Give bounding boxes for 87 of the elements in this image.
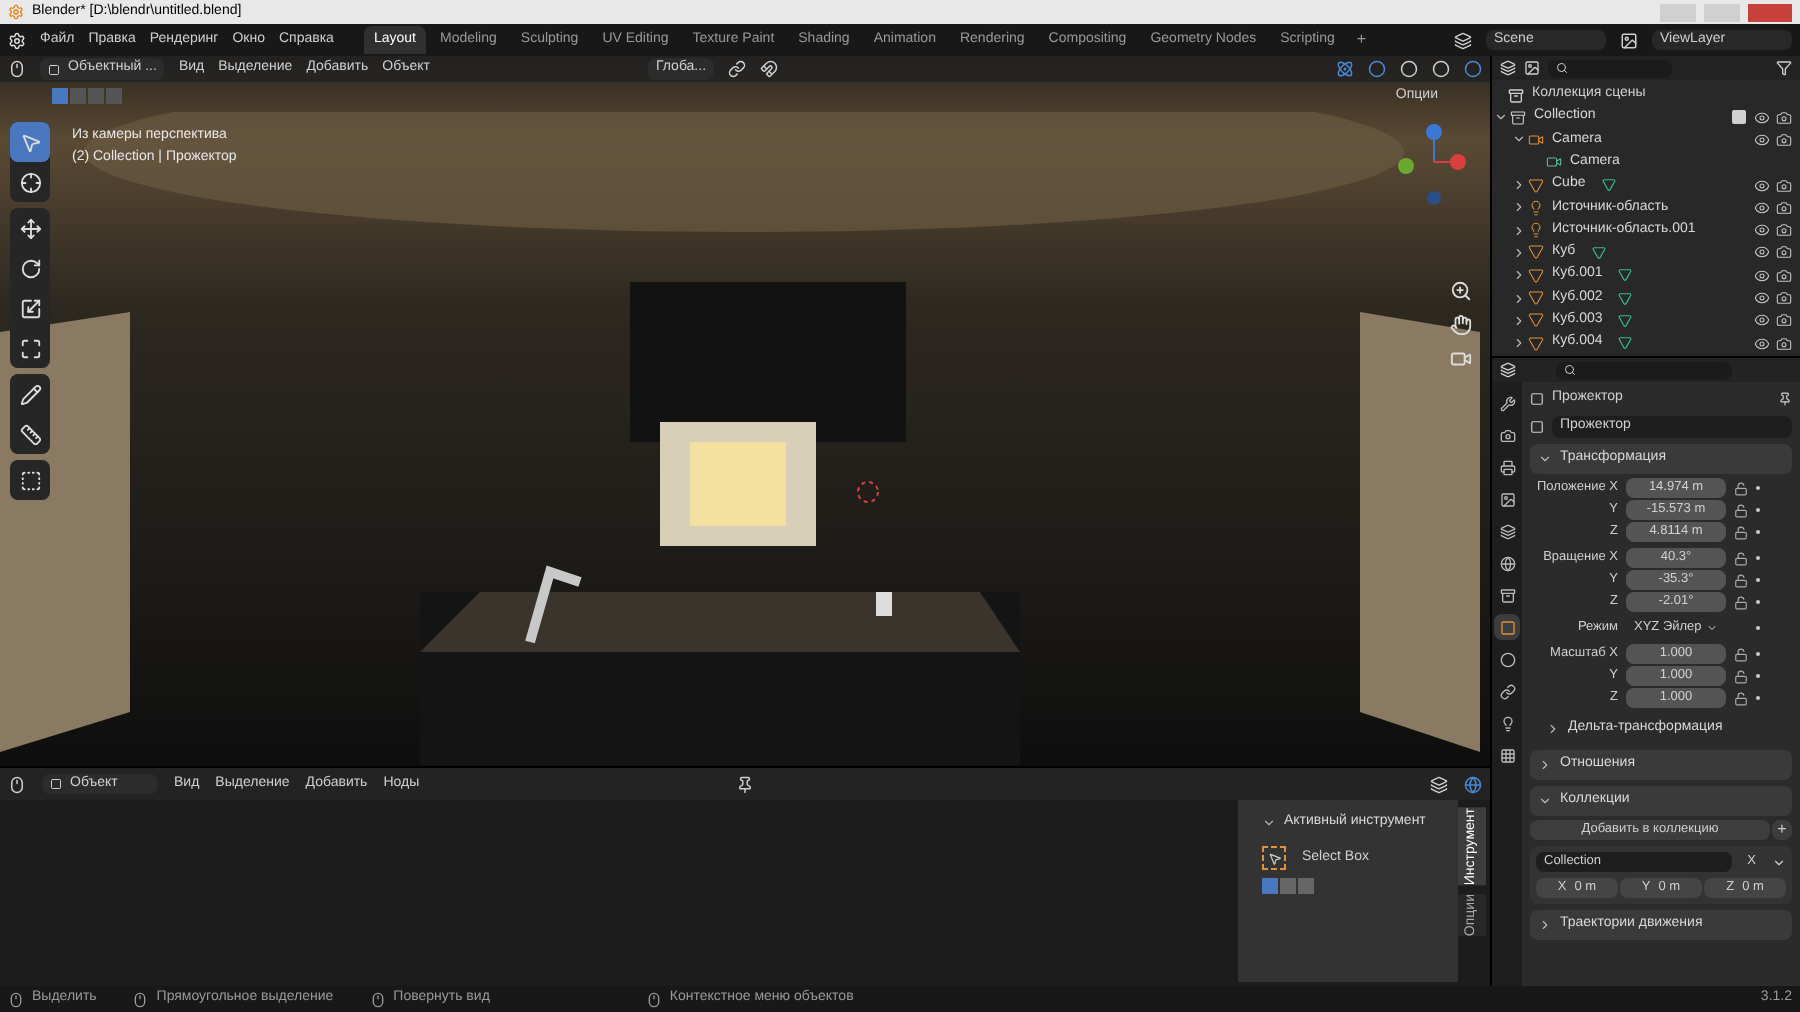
link-icon xyxy=(1499,683,1515,699)
square-icon xyxy=(1499,619,1515,635)
pin-icon[interactable] xyxy=(1778,392,1792,406)
search-field[interactable] xyxy=(1548,59,1672,77)
lightbulb-icon xyxy=(1528,222,1544,239)
eye-icon[interactable] xyxy=(1754,222,1770,239)
eye-icon[interactable] xyxy=(1754,199,1770,216)
globe-icon xyxy=(1499,555,1515,571)
select-icon xyxy=(19,131,41,153)
image-icon xyxy=(1499,491,1515,507)
square-icon xyxy=(50,778,62,790)
lock-icon[interactable] xyxy=(1734,481,1748,495)
camera-icon[interactable] xyxy=(1776,290,1792,307)
transform-icon xyxy=(19,337,41,359)
exclude-checkbox[interactable] xyxy=(1732,110,1746,125)
lock-icon[interactable] xyxy=(1734,503,1748,517)
camera-icon[interactable] xyxy=(1776,131,1792,148)
wrench-icon xyxy=(1499,395,1515,411)
lock-icon[interactable] xyxy=(1734,551,1748,565)
camera-icon[interactable] xyxy=(1776,312,1792,329)
square-icon xyxy=(48,63,60,75)
rotate-icon xyxy=(19,257,41,279)
dropdown-icon[interactable] xyxy=(1772,855,1786,869)
eye-icon[interactable] xyxy=(1754,312,1770,329)
lock-icon[interactable] xyxy=(1734,573,1748,587)
mouse-icon xyxy=(8,991,24,1007)
lock-icon[interactable] xyxy=(1734,691,1748,705)
tool-button[interactable] xyxy=(10,122,50,162)
mouse-icon xyxy=(369,991,386,1007)
camera-icon[interactable] xyxy=(1776,199,1792,216)
lightbulb-icon xyxy=(1499,715,1515,731)
add-workspace-button[interactable]: + xyxy=(1348,28,1375,52)
mouse-icon xyxy=(132,991,149,1007)
select-box-tool-icon[interactable] xyxy=(1262,846,1286,870)
chevron-down-icon xyxy=(1706,622,1718,634)
properties-tab[interactable] xyxy=(1494,614,1520,640)
archive-icon xyxy=(1499,587,1515,603)
blender-menu-icon[interactable] xyxy=(8,31,26,49)
blender-logo-icon xyxy=(8,4,24,20)
lock-icon[interactable] xyxy=(1734,669,1748,683)
eye-icon[interactable] xyxy=(1754,244,1770,261)
search-icon xyxy=(1556,62,1568,74)
eye-icon[interactable] xyxy=(1754,109,1770,126)
camera-icon[interactable] xyxy=(1776,177,1792,194)
move-icon xyxy=(19,217,41,239)
add-button[interactable]: + xyxy=(1772,820,1792,840)
collection-icon xyxy=(1510,109,1526,126)
camera-icon xyxy=(1499,427,1515,443)
triangle-icon xyxy=(1528,177,1544,194)
eye-icon[interactable] xyxy=(1754,335,1770,352)
eye-icon[interactable] xyxy=(1754,290,1770,307)
search-field[interactable] xyxy=(1556,361,1732,379)
view-layer-icon[interactable] xyxy=(1620,31,1638,49)
scene-icon[interactable] xyxy=(1454,31,1472,49)
camera-icon[interactable] xyxy=(1776,267,1792,284)
camera-icon[interactable] xyxy=(1776,244,1792,261)
eye-icon[interactable] xyxy=(1754,177,1770,194)
cursor-icon xyxy=(19,171,41,193)
zoom-icon[interactable] xyxy=(1450,280,1472,302)
camera-icon[interactable] xyxy=(1776,109,1792,126)
circle-icon xyxy=(1499,651,1515,667)
hand-icon[interactable] xyxy=(1450,314,1472,336)
grid-icon xyxy=(1499,747,1515,763)
lock-icon[interactable] xyxy=(1734,647,1748,661)
lock-icon[interactable] xyxy=(1734,595,1748,609)
camera-icon[interactable] xyxy=(1776,335,1792,352)
view-layer-icon[interactable] xyxy=(1524,60,1540,76)
eye-icon[interactable] xyxy=(1754,131,1770,148)
layers-icon xyxy=(1499,523,1515,539)
snap-icon[interactable] xyxy=(760,60,779,78)
printer-icon xyxy=(1499,459,1515,475)
scale-icon xyxy=(19,297,41,319)
lightbulb-icon xyxy=(1528,199,1544,216)
ruler-icon xyxy=(19,423,41,445)
filter-icon[interactable] xyxy=(1776,60,1792,76)
pin-icon[interactable] xyxy=(735,775,754,793)
search-icon xyxy=(1564,364,1576,376)
camera-icon xyxy=(1546,154,1562,171)
pencil-icon xyxy=(19,383,41,405)
mesh-data-icon xyxy=(1601,178,1616,193)
camera-icon xyxy=(1528,131,1544,148)
eye-icon[interactable] xyxy=(1754,267,1770,284)
collection-icon xyxy=(1508,87,1524,103)
mouse-icon xyxy=(645,991,662,1007)
lock-icon[interactable] xyxy=(1734,525,1748,539)
camera-icon[interactable] xyxy=(1776,222,1792,239)
close-button[interactable] xyxy=(1748,3,1792,21)
